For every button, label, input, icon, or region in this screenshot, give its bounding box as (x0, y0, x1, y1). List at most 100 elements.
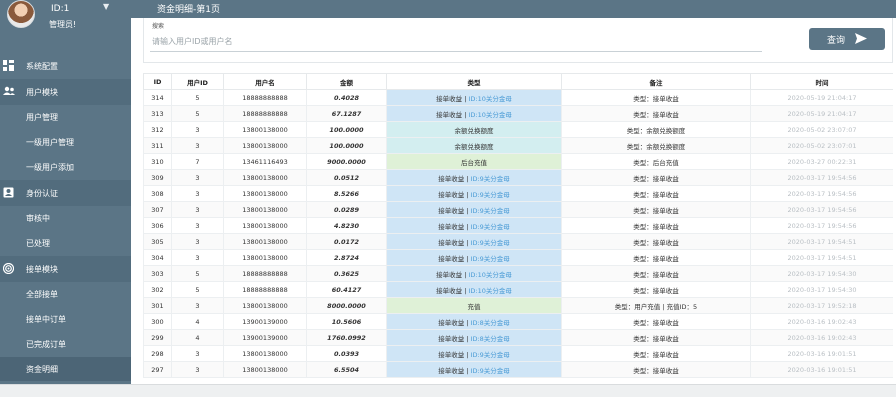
time-cell: 2020-03-16 19:02:43 (750, 329, 893, 346)
user-id-cell: 3 (171, 361, 224, 378)
user-id-cell: 3 (171, 169, 224, 186)
user-id-cell: 3 (171, 233, 224, 250)
amount-cell: 2.8724 (306, 249, 387, 266)
query-button[interactable]: 查询 (809, 28, 885, 50)
time-cell: 2020-05-19 21:04:17 (750, 105, 893, 122)
note-cell: 类型：接单收益 (561, 361, 751, 378)
type-text: 接单收益 (438, 238, 465, 247)
sidebar-item-processed[interactable]: 已处理 (0, 231, 131, 255)
type-text: 接单收益 (438, 334, 465, 343)
amount-cell: 100.0000 (306, 121, 387, 138)
type-text: 接单收益 (436, 270, 463, 279)
avatar[interactable] (7, 0, 35, 28)
chevron-down-icon[interactable]: ▼ (103, 2, 109, 11)
id-cell: 301 (143, 297, 172, 314)
type-cell: 充值 (386, 297, 562, 314)
user-id-cell: 3 (171, 249, 224, 266)
column-header-id[interactable]: ID (143, 73, 172, 90)
sidebar-item-label: 接单中订单 (26, 315, 66, 324)
order-link[interactable]: ID:10关分金母 (468, 111, 511, 119)
amount-cell: 60.4127 (306, 281, 387, 298)
order-link[interactable]: ID:10关分金母 (468, 287, 511, 295)
search-input[interactable] (150, 32, 762, 52)
sidebar-item-label: 已完成订单 (26, 340, 66, 349)
order-link[interactable]: ID:9关分金母 (471, 191, 510, 199)
send-icon (855, 33, 867, 44)
id-cell: 300 (143, 313, 172, 330)
order-link[interactable]: ID:9关分金母 (471, 367, 510, 375)
id-card-icon (3, 187, 14, 198)
target-icon (2, 262, 15, 275)
sidebar-item-first-level-user-add[interactable]: 一级用户添加 (0, 155, 131, 179)
order-link[interactable]: ID:9关分金母 (471, 207, 510, 215)
username-cell: 13800138000 (223, 169, 307, 186)
type-cell: 接单收益 | ID:9关分金母 (386, 217, 562, 234)
amount-cell: 0.4028 (306, 89, 387, 106)
table-row: 308 3 13800138000 8.5266 接单收益 | ID:9关分金母 类型：接… (143, 185, 893, 202)
order-link[interactable]: ID:9关分金母 (471, 223, 510, 231)
user-id: ID:1 (51, 4, 70, 14)
time-cell: 2020-03-17 19:54:56 (750, 169, 893, 186)
sidebar-section-user-module[interactable]: 用户模块 (0, 79, 131, 105)
table-row: 306 3 13800138000 4.8230 接单收益 | ID:9关分金母 类型：接… (143, 217, 893, 234)
sidebar-section-order-module[interactable]: 接单模块 (0, 256, 131, 282)
order-link[interactable]: ID:9关分金母 (471, 351, 510, 359)
sidebar-item-fund-details[interactable]: 资金明细 (0, 357, 131, 381)
username-cell: 13900139000 (223, 329, 307, 346)
table-row: 309 3 13800138000 0.0512 接单收益 | ID:9关分金母 类型：接… (143, 169, 893, 186)
column-header-amount[interactable]: 金额 (306, 73, 387, 90)
order-link[interactable]: ID:9关分金母 (471, 255, 510, 263)
sidebar-item-all-orders[interactable]: 全部接单 (0, 282, 131, 306)
sidebar-section-identity-verification[interactable]: 身份认证 (0, 180, 131, 206)
type-text: 余额兑换额度 (454, 126, 494, 135)
type-text: 接单收益 (438, 318, 465, 327)
type-text: 充值 (467, 302, 481, 311)
order-link[interactable]: ID:8关分金母 (471, 335, 510, 343)
id-cell: 313 (143, 105, 172, 122)
sidebar-item-label: 用户管理 (26, 113, 58, 122)
table-row: 299 4 13900139000 1760.0992 接单收益 | ID:8关分金母类… (143, 329, 893, 346)
order-link[interactable]: ID:10关分金母 (468, 271, 511, 279)
sidebar: ID:1 ▼ 管理员! 系统配置 用户模块 用户管理 一级用户管理 一级用户添加… (0, 0, 131, 384)
sidebar-item-label: 资金明细 (26, 365, 58, 374)
username-cell: 13800138000 (223, 233, 307, 250)
query-button-label: 查询 (827, 36, 846, 46)
amount-cell: 0.0289 (306, 201, 387, 218)
time-cell: 2020-05-02 23:07:07 (750, 121, 893, 138)
note-cell: 类型：接单收益 (561, 201, 751, 218)
username-cell: 18888888888 (223, 265, 307, 282)
user-id-cell: 5 (171, 89, 224, 106)
sidebar-section-system-config[interactable]: 系统配置 (0, 53, 131, 79)
sidebar-item-completed-orders[interactable]: 已完成订单 (0, 332, 131, 356)
user-id-cell: 3 (171, 345, 224, 362)
horizontal-scrollbar[interactable] (0, 384, 896, 397)
amount-cell: 0.0393 (306, 345, 387, 362)
order-link[interactable]: ID:9关分金母 (471, 175, 510, 183)
order-link[interactable]: ID:10关分金母 (468, 95, 511, 103)
column-header-note[interactable]: 备注 (561, 73, 751, 90)
order-link[interactable]: ID:9关分金母 (471, 239, 510, 247)
sidebar-item-user-management[interactable]: 用户管理 (0, 105, 131, 129)
sidebar-item-first-level-user-management[interactable]: 一级用户管理 (0, 130, 131, 154)
column-header-type[interactable]: 类型 (386, 73, 562, 90)
column-header-username[interactable]: 用户名 (223, 73, 307, 90)
user-id-cell: 5 (171, 265, 224, 282)
table-row: 302 5 18888888888 60.4127 接单收益 | ID:10关分金母 类型… (143, 281, 893, 298)
amount-cell: 0.0172 (306, 233, 387, 250)
type-cell: 接单收益 | ID:9关分金母 (386, 249, 562, 266)
sidebar-section-label: 用户模块 (26, 88, 58, 97)
table-row: 298 3 13800138000 0.0393 接单收益 | ID:9关分金母 类型：接… (143, 345, 893, 362)
username-cell: 13800138000 (223, 185, 307, 202)
type-text: 后台充值 (461, 158, 487, 167)
id-cell: 311 (143, 137, 172, 154)
id-cell: 298 (143, 345, 172, 362)
type-cell: 接单收益 | ID:10关分金母 (386, 281, 562, 298)
column-header-user-id[interactable]: 用户ID (171, 73, 224, 90)
note-cell: 类型：后台充值 (561, 153, 751, 170)
sidebar-item-in-progress-orders[interactable]: 接单中订单 (0, 307, 131, 331)
time-cell: 2020-05-19 21:04:17 (750, 89, 893, 106)
table-row: 304 3 13800138000 2.8724 接单收益 | ID:9关分金母 类型：接… (143, 249, 893, 266)
order-link[interactable]: ID:8关分金母 (471, 319, 510, 327)
column-header-time[interactable]: 时间 (750, 73, 893, 90)
sidebar-item-under-review[interactable]: 审核中 (0, 206, 131, 230)
